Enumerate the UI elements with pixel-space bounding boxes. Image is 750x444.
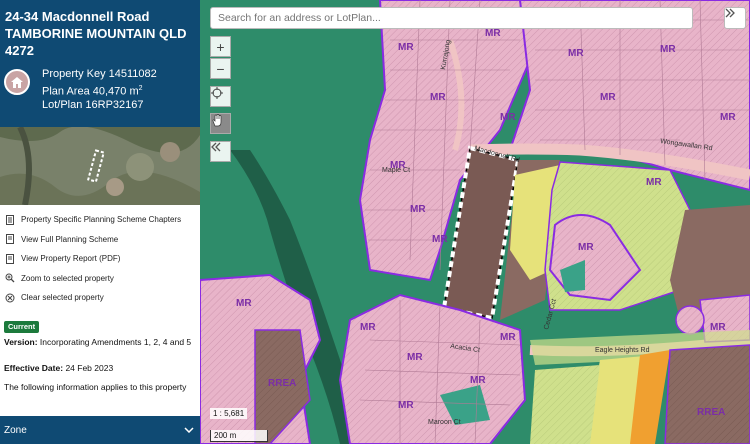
zone-label-mr: MR <box>407 352 423 363</box>
plan-area-sup: 2 <box>138 85 143 92</box>
zone-label-mr: MR <box>500 332 516 343</box>
scale-bar: 200 m <box>210 430 268 442</box>
zone-label-mr: MR <box>236 298 252 309</box>
document-icon <box>5 214 15 225</box>
status-badge: Current <box>4 321 40 333</box>
scale-ratio: 1 : 5,681 <box>210 408 248 419</box>
plan-area-text: Plan Area 40,470 m <box>42 85 139 98</box>
zoom-icon <box>5 273 15 283</box>
zone-label: Zone <box>4 424 27 436</box>
action-label: Zoom to selected property <box>21 273 114 283</box>
map-canvas[interactable]: Wongawallan Rd Eagle Heights Rd Maple Ct… <box>200 0 750 444</box>
zone-accordion[interactable]: Zone <box>0 416 200 444</box>
hand-icon <box>212 114 222 127</box>
search-input[interactable] <box>210 7 693 29</box>
zone-label-rrea: RREA <box>697 407 725 418</box>
clear-icon <box>5 293 15 303</box>
address-line-3: 4272 <box>5 43 34 58</box>
zone-label-mr: MR <box>470 375 486 386</box>
plus-icon: + <box>216 38 225 55</box>
property-address: 24-34 Macdonnell Road TAMBORINE MOUNTAIN… <box>5 8 197 59</box>
effective-value: 24 Feb 2023 <box>65 363 114 373</box>
sidebar: 24-34 Macdonnell Road TAMBORINE MOUNTAIN… <box>0 0 200 444</box>
effective-label: Effective Date: <box>4 363 64 373</box>
zone-label-mr: MR <box>485 28 501 39</box>
zoom-out-button[interactable]: − <box>210 58 231 79</box>
zone-label-mr: MR <box>398 42 414 53</box>
effective-date: Effective Date: 24 Feb 2023 <box>4 362 194 375</box>
action-label: Property Specific Planning Scheme Chapte… <box>21 215 182 225</box>
version-info: Version: Incorporating Amendments 1, 2, … <box>4 336 194 349</box>
zoom-in-button[interactable]: + <box>210 36 231 57</box>
double-chevron-left-icon <box>211 142 221 152</box>
locate-button[interactable] <box>210 86 231 107</box>
crosshair-icon <box>211 87 223 99</box>
road-label-eagle-heights: Eagle Heights Rd <box>595 347 650 354</box>
zone-label-mr: MR <box>360 322 376 333</box>
action-label: View Property Report (PDF) <box>21 254 121 264</box>
zone-label-mr: MR <box>430 92 446 103</box>
double-chevron-right-icon <box>725 8 735 18</box>
address-line-2: TAMBORINE MOUNTAIN QLD <box>5 26 187 41</box>
road-label-maroon: Maroon Ct <box>428 419 461 426</box>
expand-panel-button[interactable] <box>724 7 746 29</box>
action-label: View Full Planning Scheme <box>21 234 119 244</box>
property-key: Property Key 14511082 <box>42 68 157 80</box>
zone-label-mr: MR <box>398 400 414 411</box>
zone-label-mr: MR <box>500 112 516 123</box>
action-planning-chapters[interactable]: Property Specific Planning Scheme Chapte… <box>0 210 200 230</box>
pan-tool-button[interactable] <box>210 113 231 134</box>
zone-label-mr: MR <box>646 177 662 188</box>
minus-icon: − <box>216 60 225 77</box>
zone-label-mr: MR <box>710 322 726 333</box>
map-view[interactable]: Wongawallan Rd Eagle Heights Rd Maple Ct… <box>200 0 750 444</box>
plan-area: Plan Area 40,470 m2 <box>42 82 143 99</box>
document-icon <box>5 253 15 264</box>
applies-text: The following information applies to thi… <box>4 382 187 392</box>
zone-label-mr: MR <box>578 242 594 253</box>
version-value: Incorporating Amendments 1, 2, 4 and 5 <box>39 337 192 347</box>
lot-plan: Lot/Plan 16RP32167 <box>42 99 144 111</box>
document-icon <box>5 234 15 245</box>
zone-label-rrea: RREA <box>268 378 296 389</box>
chevron-down-icon <box>184 425 194 436</box>
zone-label-mr: MR <box>660 44 676 55</box>
action-label: Clear selected property <box>21 293 104 303</box>
version-label: Version: <box>4 337 38 347</box>
zone-label-mr: MR <box>432 234 448 245</box>
action-property-report[interactable]: View Property Report (PDF) <box>0 249 200 269</box>
property-thumbnail <box>0 127 200 205</box>
zone-label-mr: MR <box>720 112 736 123</box>
action-list: Property Specific Planning Scheme Chapte… <box>0 210 200 308</box>
zone-label-mr: MR <box>568 48 584 59</box>
zone-label-mr: MR <box>600 92 616 103</box>
address-line-1: 24-34 Macdonnell Road <box>5 9 150 24</box>
house-icon <box>4 69 30 95</box>
action-full-scheme[interactable]: View Full Planning Scheme <box>0 230 200 250</box>
collapse-sidebar-button[interactable] <box>210 141 231 162</box>
zone-label-mr: MR <box>390 160 406 171</box>
action-zoom-property[interactable]: Zoom to selected property <box>0 269 200 289</box>
property-header: 24-34 Macdonnell Road TAMBORINE MOUNTAIN… <box>0 0 200 127</box>
action-clear-property[interactable]: Clear selected property <box>0 288 200 308</box>
zone-label-mr: MR <box>410 204 426 215</box>
